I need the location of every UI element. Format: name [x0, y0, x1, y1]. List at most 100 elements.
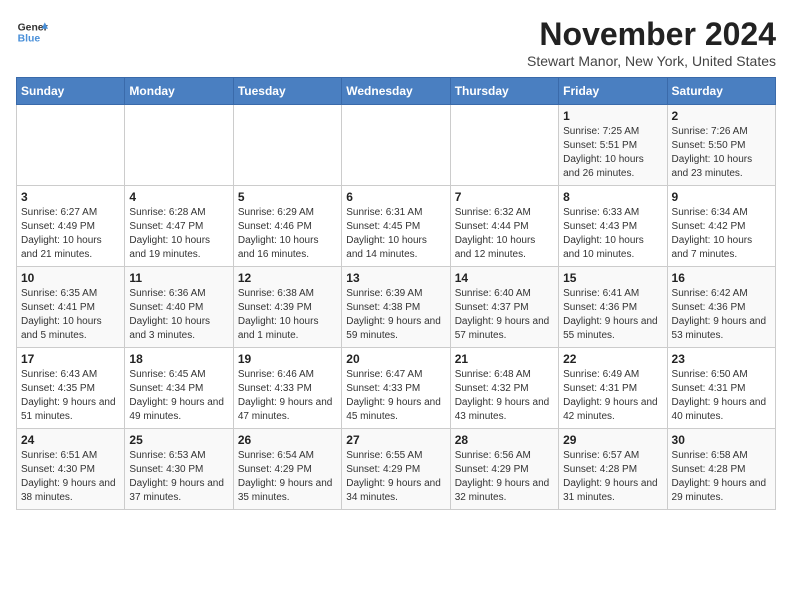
day-number: 1 [563, 109, 662, 123]
day-number: 18 [129, 352, 228, 366]
day-number: 10 [21, 271, 120, 285]
logo-icon: General Blue [16, 16, 48, 48]
header: General Blue November 2024 Stewart Manor… [16, 16, 776, 69]
day-info: Sunrise: 6:38 AM Sunset: 4:39 PM Dayligh… [238, 287, 337, 343]
day-header-wednesday: Wednesday [342, 78, 450, 105]
day-info: Sunrise: 6:55 AM Sunset: 4:29 PM Dayligh… [346, 449, 445, 505]
calendar-cell: 29 Sunrise: 6:57 AM Sunset: 4:28 PM Dayli… [559, 429, 667, 510]
day-number: 14 [455, 271, 554, 285]
day-info: Sunrise: 6:57 AM Sunset: 4:28 PM Dayligh… [563, 449, 662, 505]
day-info: Sunrise: 6:27 AM Sunset: 4:49 PM Dayligh… [21, 206, 120, 262]
calendar-cell: 25 Sunrise: 6:53 AM Sunset: 4:30 PM Dayli… [125, 429, 233, 510]
calendar-header-row: SundayMondayTuesdayWednesdayThursdayFrid… [17, 78, 776, 105]
day-info: Sunrise: 6:42 AM Sunset: 4:36 PM Dayligh… [672, 287, 771, 343]
calendar-cell: 22 Sunrise: 6:49 AM Sunset: 4:31 PM Dayli… [559, 348, 667, 429]
calendar-cell: 28Sunrise: 6:56 AM Sunset: 4:29 PM Dayli… [450, 429, 558, 510]
day-info: Sunrise: 6:51 AM Sunset: 4:30 PM Dayligh… [21, 449, 120, 505]
day-number: 3 [21, 190, 120, 204]
day-number: 25 [129, 433, 228, 447]
day-info: Sunrise: 6:34 AM Sunset: 4:42 PM Dayligh… [672, 206, 771, 262]
calendar-cell [450, 105, 558, 186]
day-number: 9 [672, 190, 771, 204]
calendar-cell: 27 Sunrise: 6:55 AM Sunset: 4:29 PM Dayli… [342, 429, 450, 510]
calendar-cell: 16 Sunrise: 6:42 AM Sunset: 4:36 PM Dayli… [667, 267, 775, 348]
calendar-cell [17, 105, 125, 186]
day-number: 19 [238, 352, 337, 366]
calendar-cell: 9 Sunrise: 6:34 AM Sunset: 4:42 PM Daylig… [667, 186, 775, 267]
month-title: November 2024 [527, 16, 776, 53]
calendar-cell: 4 Sunrise: 6:28 AM Sunset: 4:47 PM Daylig… [125, 186, 233, 267]
calendar-cell [233, 105, 341, 186]
day-info: Sunrise: 6:58 AM Sunset: 4:28 PM Dayligh… [672, 449, 771, 505]
day-header-friday: Friday [559, 78, 667, 105]
day-info: Sunrise: 7:26 AM Sunset: 5:50 PM Dayligh… [672, 125, 771, 181]
calendar-cell: 20 Sunrise: 6:47 AM Sunset: 4:33 PM Dayli… [342, 348, 450, 429]
calendar-cell: 11 Sunrise: 6:36 AM Sunset: 4:40 PM Dayli… [125, 267, 233, 348]
day-number: 5 [238, 190, 337, 204]
day-info: Sunrise: 6:40 AM Sunset: 4:37 PM Dayligh… [455, 287, 554, 343]
calendar-cell: 10 Sunrise: 6:35 AM Sunset: 4:41 PM Dayli… [17, 267, 125, 348]
day-header-tuesday: Tuesday [233, 78, 341, 105]
day-info: Sunrise: 7:25 AM Sunset: 5:51 PM Dayligh… [563, 125, 662, 181]
calendar-cell: 18Sunrise: 6:45 AM Sunset: 4:34 PM Dayli… [125, 348, 233, 429]
day-info: Sunrise: 6:43 AM Sunset: 4:35 PM Dayligh… [21, 368, 120, 424]
day-info: Sunrise: 6:53 AM Sunset: 4:30 PM Dayligh… [129, 449, 228, 505]
calendar-cell: 3 Sunrise: 6:27 AM Sunset: 4:49 PM Daylig… [17, 186, 125, 267]
day-info: Sunrise: 6:46 AM Sunset: 4:33 PM Dayligh… [238, 368, 337, 424]
calendar-week-5: 24Sunrise: 6:51 AM Sunset: 4:30 PM Dayli… [17, 429, 776, 510]
day-info: Sunrise: 6:41 AM Sunset: 4:36 PM Dayligh… [563, 287, 662, 343]
location-title: Stewart Manor, New York, United States [527, 53, 776, 69]
calendar-cell: 5 Sunrise: 6:29 AM Sunset: 4:46 PM Daylig… [233, 186, 341, 267]
calendar-week-3: 10 Sunrise: 6:35 AM Sunset: 4:41 PM Dayli… [17, 267, 776, 348]
day-info: Sunrise: 6:28 AM Sunset: 4:47 PM Dayligh… [129, 206, 228, 262]
day-number: 27 [346, 433, 445, 447]
day-number: 20 [346, 352, 445, 366]
day-number: 22 [563, 352, 662, 366]
calendar-week-1: 1 Sunrise: 7:25 AM Sunset: 5:51 PM Daylig… [17, 105, 776, 186]
day-info: Sunrise: 6:47 AM Sunset: 4:33 PM Dayligh… [346, 368, 445, 424]
calendar-cell: 7Sunrise: 6:32 AM Sunset: 4:44 PM Daylig… [450, 186, 558, 267]
calendar-cell: 23Sunrise: 6:50 AM Sunset: 4:31 PM Dayli… [667, 348, 775, 429]
calendar-table: SundayMondayTuesdayWednesdayThursdayFrid… [16, 77, 776, 510]
calendar-cell: 24Sunrise: 6:51 AM Sunset: 4:30 PM Dayli… [17, 429, 125, 510]
calendar-cell: 8 Sunrise: 6:33 AM Sunset: 4:43 PM Daylig… [559, 186, 667, 267]
day-number: 12 [238, 271, 337, 285]
day-number: 15 [563, 271, 662, 285]
day-number: 26 [238, 433, 337, 447]
day-info: Sunrise: 6:31 AM Sunset: 4:45 PM Dayligh… [346, 206, 445, 262]
day-number: 16 [672, 271, 771, 285]
day-number: 11 [129, 271, 228, 285]
day-info: Sunrise: 6:32 AM Sunset: 4:44 PM Dayligh… [455, 206, 554, 262]
day-header-thursday: Thursday [450, 78, 558, 105]
calendar-cell: 12 Sunrise: 6:38 AM Sunset: 4:39 PM Dayli… [233, 267, 341, 348]
day-info: Sunrise: 6:29 AM Sunset: 4:46 PM Dayligh… [238, 206, 337, 262]
day-number: 2 [672, 109, 771, 123]
calendar-cell: 13Sunrise: 6:39 AM Sunset: 4:38 PM Dayli… [342, 267, 450, 348]
day-number: 17 [21, 352, 120, 366]
day-number: 4 [129, 190, 228, 204]
calendar-cell [342, 105, 450, 186]
calendar-week-2: 3 Sunrise: 6:27 AM Sunset: 4:49 PM Daylig… [17, 186, 776, 267]
day-number: 21 [455, 352, 554, 366]
calendar-cell: 14 Sunrise: 6:40 AM Sunset: 4:37 PM Dayli… [450, 267, 558, 348]
day-number: 29 [563, 433, 662, 447]
calendar-cell: 30Sunrise: 6:58 AM Sunset: 4:28 PM Dayli… [667, 429, 775, 510]
day-header-saturday: Saturday [667, 78, 775, 105]
day-info: Sunrise: 6:36 AM Sunset: 4:40 PM Dayligh… [129, 287, 228, 343]
calendar-cell [125, 105, 233, 186]
calendar-week-4: 17 Sunrise: 6:43 AM Sunset: 4:35 PM Dayli… [17, 348, 776, 429]
day-info: Sunrise: 6:48 AM Sunset: 4:32 PM Dayligh… [455, 368, 554, 424]
day-number: 6 [346, 190, 445, 204]
logo: General Blue [16, 16, 48, 48]
calendar-cell: 6 Sunrise: 6:31 AM Sunset: 4:45 PM Daylig… [342, 186, 450, 267]
calendar-cell: 15 Sunrise: 6:41 AM Sunset: 4:36 PM Dayli… [559, 267, 667, 348]
day-header-sunday: Sunday [17, 78, 125, 105]
calendar-cell: 21 Sunrise: 6:48 AM Sunset: 4:32 PM Dayli… [450, 348, 558, 429]
day-info: Sunrise: 6:49 AM Sunset: 4:31 PM Dayligh… [563, 368, 662, 424]
calendar-cell: 26Sunrise: 6:54 AM Sunset: 4:29 PM Dayli… [233, 429, 341, 510]
day-number: 28 [455, 433, 554, 447]
day-info: Sunrise: 6:35 AM Sunset: 4:41 PM Dayligh… [21, 287, 120, 343]
day-number: 8 [563, 190, 662, 204]
day-info: Sunrise: 6:33 AM Sunset: 4:43 PM Dayligh… [563, 206, 662, 262]
calendar-cell: 2 Sunrise: 7:26 AM Sunset: 5:50 PM Daylig… [667, 105, 775, 186]
